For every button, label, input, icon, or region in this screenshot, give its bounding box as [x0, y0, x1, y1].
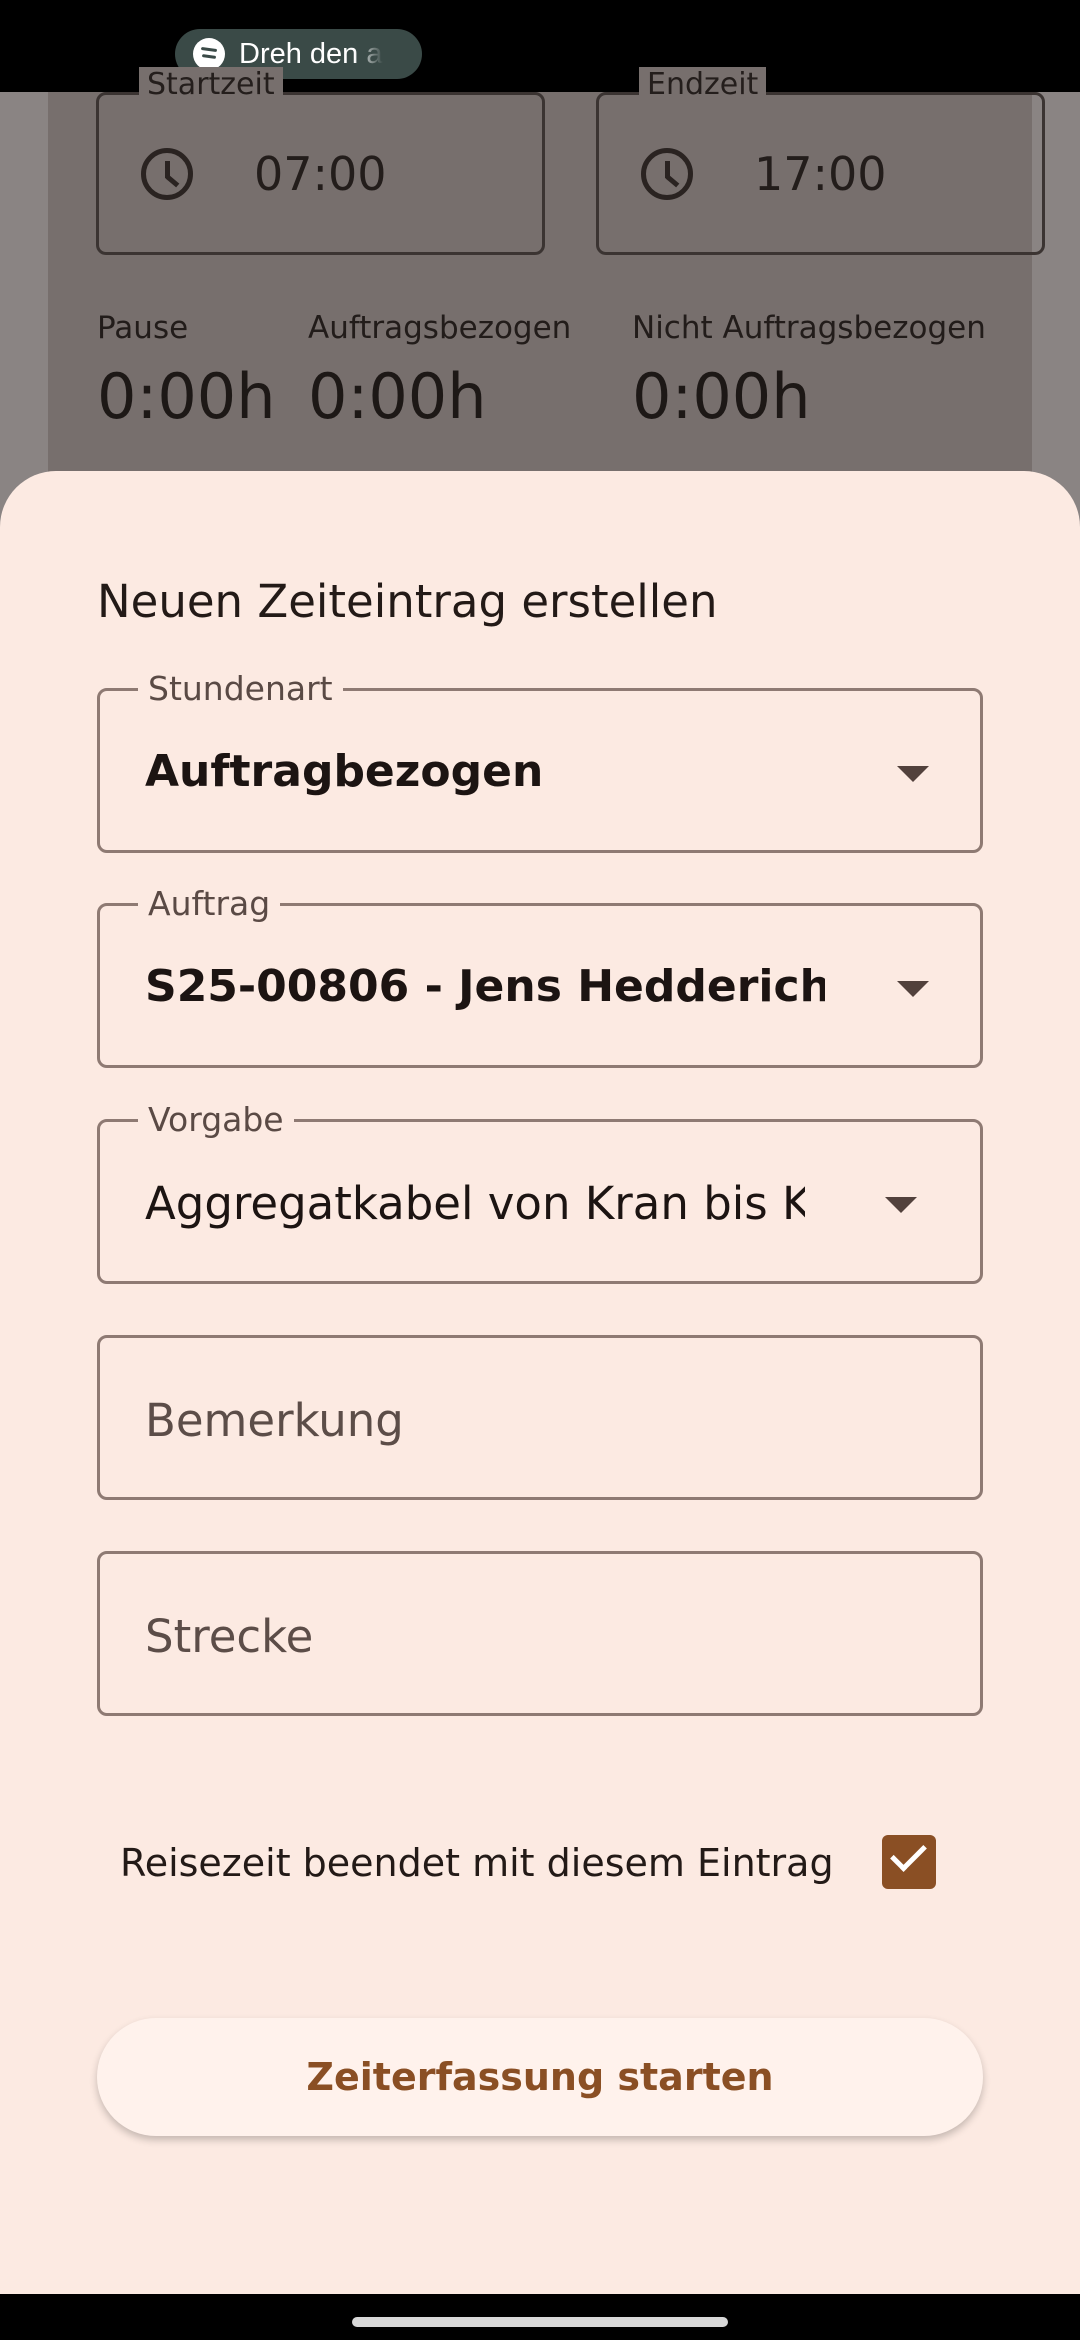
stat-label: Auftragsbezogen [308, 310, 572, 346]
auftrag-value: S25-00806 - Jens Hedderich - [145, 961, 825, 1012]
travel-time-label: Reisezeit beendet mit diesem Eintrag [120, 1841, 834, 1885]
stat-label: Pause [97, 310, 189, 346]
chevron-down-icon [897, 981, 929, 997]
vorgabe-value: Aggregatkabel von Kran bis K [145, 1177, 805, 1230]
media-chip-text: Dreh den a [239, 37, 383, 70]
auftrag-dropdown[interactable]: Auftrag S25-00806 - Jens Hedderich - [97, 884, 983, 1068]
sheet-title: Neuen Zeiteintrag erstellen [97, 575, 718, 628]
strecke-placeholder: Strecke [145, 1610, 314, 1663]
vorgabe-dropdown[interactable]: Vorgabe Aggregatkabel von Kran bis K [97, 1100, 983, 1284]
end-time-value: 17:00 [754, 147, 887, 201]
chevron-down-icon [885, 1197, 917, 1213]
home-gesture-handle[interactable] [352, 2317, 728, 2327]
spotify-icon [193, 38, 225, 70]
bemerkung-input[interactable]: Bemerkung [97, 1335, 983, 1500]
stat-auftragsbezogen: Auftragsbezogen 0:00h [308, 310, 571, 433]
navigation-bar [0, 2294, 1080, 2340]
clock-icon [641, 148, 693, 200]
stat-value: 0:00h [308, 360, 487, 433]
start-time-field: Startzeit 07:00 [96, 67, 545, 255]
stundenart-dropdown[interactable]: Stundenart Auftragbezogen [97, 669, 983, 853]
start-time-label: Startzeit [139, 67, 283, 102]
clock-icon [141, 148, 193, 200]
stundenart-value: Auftragbezogen [145, 746, 544, 797]
vorgabe-label: Vorgabe [138, 1100, 294, 1140]
stat-nicht-auftragsbezogen: Nicht Auftragsbezogen 0:00h [632, 310, 986, 433]
bemerkung-placeholder: Bemerkung [145, 1394, 404, 1447]
start-time-tracking-button[interactable]: Zeiterfassung starten [97, 2018, 983, 2136]
stat-value: 0:00h [97, 360, 276, 433]
auftrag-label: Auftrag [138, 884, 281, 924]
stat-pause: Pause 0:00h [97, 310, 276, 433]
strecke-input[interactable]: Strecke [97, 1551, 983, 1716]
travel-time-row[interactable]: Reisezeit beendet mit diesem Eintrag [120, 1833, 940, 1893]
stat-value: 0:00h [632, 360, 811, 433]
stat-label: Nicht Auftragsbezogen [632, 310, 986, 346]
travel-time-checkbox[interactable] [882, 1835, 936, 1889]
end-time-field: Endzeit 17:00 [596, 67, 1045, 255]
start-time-value: 07:00 [254, 147, 387, 201]
stundenart-label: Stundenart [138, 669, 343, 709]
chevron-down-icon [897, 766, 929, 782]
end-time-label: Endzeit [639, 67, 767, 102]
create-time-entry-sheet: Neuen Zeiteintrag erstellen Stundenart A… [0, 471, 1080, 2294]
